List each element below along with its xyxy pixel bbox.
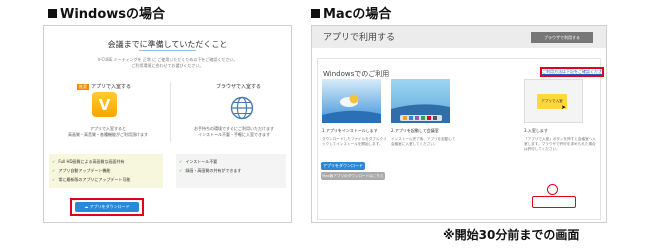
heading-underline	[139, 50, 196, 51]
step1-description: ダウンロードしたファイルをダブルクリックしてインストールを開始します。	[322, 137, 387, 146]
check-icon: ✓	[52, 177, 56, 182]
list-item: ✓ 常に最新版のアプリにアップデート可能	[52, 175, 163, 184]
browser-feature-text: インストール不要	[185, 159, 218, 164]
usage-subheading: Windowsでのご利用	[323, 70, 390, 78]
cursor-icon: ➤	[561, 104, 567, 111]
recommended-badge: 推奨	[77, 84, 89, 90]
step2-screenshot	[391, 79, 450, 123]
download-button-highlight: ☁ アプリをダウンロード	[70, 198, 144, 216]
use-in-browser-button[interactable]: ブラウザで利用する	[531, 32, 593, 43]
preparation-note: V-CUBE ミーティングを 正常 に ご使用いただくため以下をご確認ください。…	[44, 57, 291, 69]
browser-feature-list: ✓ インストール不要 ✓ 録画・高画質の共有ができます	[176, 154, 286, 188]
step1-label: 1.アプリをインストールします	[322, 128, 378, 133]
step3-screenshot: アプリで入室 ➤	[524, 79, 583, 123]
step3-highlight-box	[532, 196, 576, 208]
option-divider	[170, 82, 171, 142]
step3-highlight-circle	[547, 184, 558, 195]
windows-section-title-text: Windowsの場合	[60, 7, 166, 22]
app-description: アプリで入室すると 高画質・高音質・各種機能がご利用頂けます	[58, 126, 158, 138]
vcube-app-icon: V	[92, 92, 117, 117]
step3-label: 3.入室します	[524, 128, 548, 133]
list-item: ✓ Full HD画質による高画質な画面共有	[52, 157, 163, 166]
footer-note: ※開始30分前までの画面	[443, 228, 580, 242]
option-app-label-text: アプリで入室する	[91, 84, 132, 90]
download-app-button[interactable]: ☁ アプリをダウンロード	[75, 202, 139, 212]
list-item: ✓ インストール不要	[179, 157, 286, 166]
download-app-button-label: アプリをダウンロード	[89, 204, 130, 209]
check-icon: ✓	[52, 168, 56, 173]
square-bullet-icon	[311, 9, 320, 18]
app-feature-text: Full HD画質による高画質な画面共有	[58, 159, 125, 164]
browser-desc-line-2: インストール不要・手軽に入室できます	[198, 132, 270, 137]
desktop-wallpaper-icon	[322, 94, 381, 123]
list-item: ✓ 録画・高画質の共有ができます	[179, 166, 286, 175]
mac-download-alt-button[interactable]: Mac版アプリのダウンロードはこちら	[321, 172, 385, 180]
step2-description: インストール完了後、アプリを起動して会議室に入室してください。	[391, 137, 456, 146]
mac-download-button[interactable]: アプリをダウンロード	[321, 162, 365, 170]
option-browser-label: ブラウザで入室する	[216, 84, 262, 90]
square-bullet-icon	[48, 9, 57, 18]
check-icon: ✓	[179, 168, 183, 173]
app-desc-line-2: 高画質・高音質・各種機能がご利用頂けます	[68, 132, 148, 137]
step3-description: 「アプリで入室」ボタンを押すと会議室へ入室します。ブラウザで許可を求められた場合…	[524, 137, 596, 151]
app-feature-list: ✓ Full HD画質による高画質な画面共有 ✓ アプリ自動アップデート機能 ✓ 常に…	[49, 154, 163, 188]
dock-screenshot-icon	[391, 104, 450, 123]
app-feature-text: アプリ自動アップデート機能	[58, 168, 111, 173]
mac-section-title: Macの場合	[311, 3, 391, 22]
windows-section-title: Windowsの場合	[48, 3, 165, 22]
step2-label: 2.アプリを起動して会議室	[391, 128, 439, 133]
note-line-2: ご利用環境に合わせてお選びください。	[131, 63, 204, 68]
check-icon: ✓	[179, 159, 183, 164]
app-feature-text: 常に最新版のアプリにアップデート可能	[58, 177, 131, 182]
mac-section-title-text: Macの場合	[323, 7, 392, 22]
option-app-label: 推奨 アプリで入室する	[77, 83, 131, 90]
windows-screenshot-panel: 会議までに準備していただくこと V-CUBE ミーティングを 正常 に ご使用い…	[43, 25, 292, 223]
mac-screenshot-panel: アプリで利用する ブラウザで利用する Windowsでのご利用 ご利用方法は下記…	[311, 25, 607, 223]
usage-guide-link[interactable]: ご利用方法は下記をご確認ください	[540, 67, 604, 77]
list-item: ✓ アプリ自動アップデート機能	[52, 166, 163, 175]
browser-feature-text: 録画・高画質の共有ができます	[185, 168, 242, 173]
step1-screenshot	[322, 79, 381, 123]
check-icon: ✓	[52, 159, 56, 164]
preparation-heading: 会議までに準備していただくこと	[107, 40, 228, 49]
globe-icon	[230, 96, 254, 120]
app-icon-letter: V	[98, 95, 111, 114]
mac-app-title: アプリで利用する	[323, 33, 396, 43]
browser-description: お手持ちの環境ですぐにご利用いただけます インストール不要・手軽に入室できます	[184, 126, 284, 138]
